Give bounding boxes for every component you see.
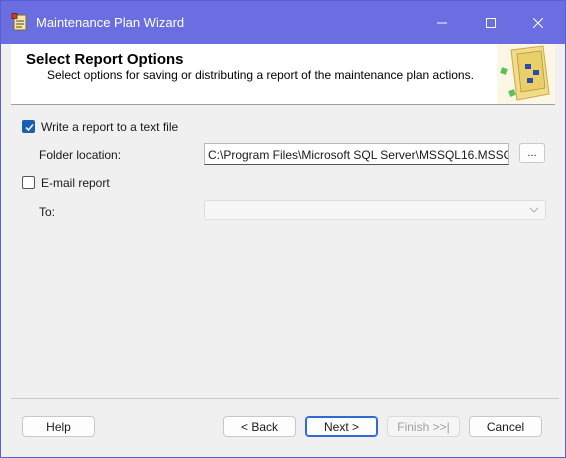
to-label: To: xyxy=(39,205,56,219)
maximize-button[interactable] xyxy=(468,1,514,44)
page-subtitle: Select options for saving or distributin… xyxy=(47,68,474,82)
email-report-label[interactable]: E-mail report xyxy=(41,176,110,190)
footer-separator xyxy=(11,398,559,399)
chevron-down-icon xyxy=(529,207,539,213)
maximize-icon xyxy=(486,17,496,28)
email-report-checkbox[interactable] xyxy=(22,176,35,189)
minimize-icon xyxy=(437,22,447,23)
wizard-header: Select Report Options Select options for… xyxy=(11,44,555,105)
help-button[interactable]: Help xyxy=(22,416,95,437)
cancel-button[interactable]: Cancel xyxy=(469,416,542,437)
report-options-panel: Write a report to a text file Folder loc… xyxy=(11,106,555,398)
back-button[interactable]: < Back xyxy=(223,416,296,437)
wizard-window: Maintenance Plan Wizard Select Report Op… xyxy=(0,0,566,458)
wizard-art xyxy=(497,44,555,104)
check-icon xyxy=(25,124,34,132)
browse-folder-button[interactable]: ... xyxy=(519,143,545,163)
finish-button[interactable]: Finish >>| xyxy=(387,416,460,437)
app-icon xyxy=(11,13,29,32)
window-title: Maintenance Plan Wizard xyxy=(36,15,185,30)
page-title: Select Report Options xyxy=(26,51,184,68)
text-file-label[interactable]: Write a report to a text file xyxy=(41,120,178,134)
text-file-checkbox[interactable] xyxy=(22,120,35,133)
close-button[interactable] xyxy=(515,1,561,44)
folder-location-field[interactable]: C:\Program Files\Microsoft SQL Server\MS… xyxy=(204,143,509,165)
minimize-button[interactable] xyxy=(419,1,465,44)
to-combobox[interactable] xyxy=(204,200,546,220)
next-button[interactable]: Next > xyxy=(305,416,378,437)
close-icon xyxy=(533,17,543,28)
folder-location-label: Folder location: xyxy=(39,148,122,162)
title-bar[interactable]: Maintenance Plan Wizard xyxy=(1,1,565,44)
